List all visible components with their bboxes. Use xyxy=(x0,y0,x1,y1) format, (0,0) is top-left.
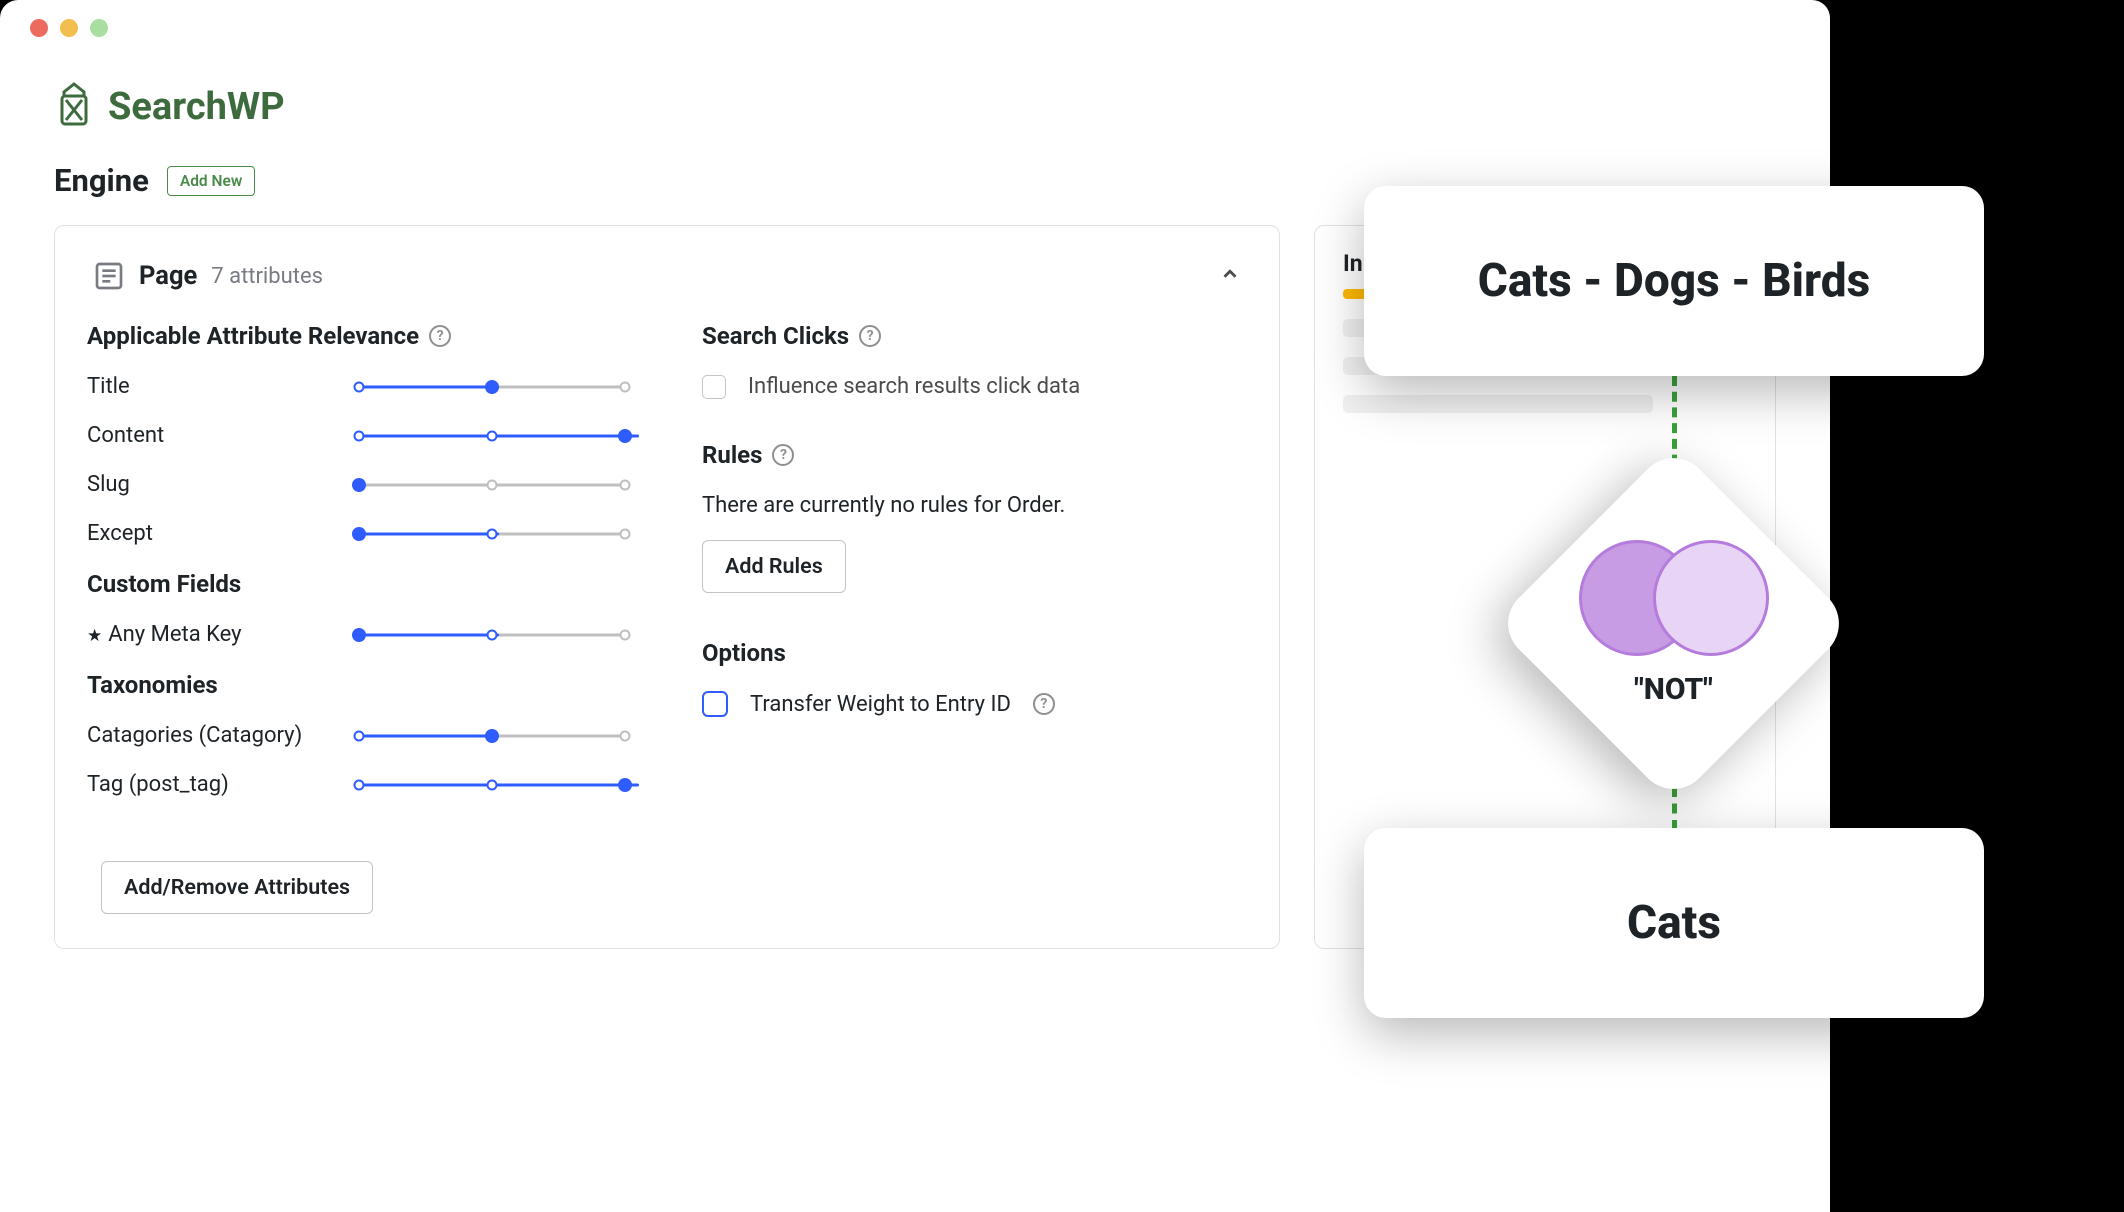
relevance-slider-tag[interactable] xyxy=(352,778,632,792)
relevance-slider-title[interactable] xyxy=(352,380,632,394)
slider-label: Content xyxy=(87,423,352,448)
overlay-card-text: Cats - Dogs - Birds xyxy=(1478,254,1870,308)
brand-logo-icon xyxy=(54,80,94,134)
window-close-button[interactable] xyxy=(30,19,48,37)
section-title: Taxonomies xyxy=(87,671,218,699)
page-icon xyxy=(93,260,125,292)
slider-label: Except xyxy=(87,521,352,546)
brand: SearchWP xyxy=(54,80,1776,134)
section-title: Rules xyxy=(702,441,762,469)
help-icon[interactable]: ? xyxy=(1033,693,1055,715)
relevance-slider-except[interactable] xyxy=(352,527,632,541)
engine-source-panel: Page 7 attributes Applicable Attribute R… xyxy=(54,225,1280,949)
overlay-card-input: Cats - Dogs - Birds xyxy=(1364,186,1984,376)
operator-label: "NOT" xyxy=(1634,672,1713,707)
overlay-card-text: Cats xyxy=(1627,896,1721,950)
checkbox-label: Influence search results click data xyxy=(748,374,1080,399)
slider-label: Tag (post_tag) xyxy=(87,772,352,797)
section-title: Search Clicks xyxy=(702,322,849,350)
influence-checkbox[interactable] xyxy=(702,375,726,399)
section-title: Applicable Attribute Relevance xyxy=(87,322,419,350)
help-icon[interactable]: ? xyxy=(859,325,881,347)
panel-subtitle: 7 attributes xyxy=(211,264,323,289)
rules-empty-text: There are currently no rules for Order. xyxy=(702,493,1247,518)
help-icon[interactable]: ? xyxy=(772,444,794,466)
chevron-up-icon[interactable] xyxy=(1219,263,1241,289)
checkbox-label: Transfer Weight to Entry ID xyxy=(750,692,1011,717)
section-title: Options xyxy=(702,639,786,667)
relevance-slider-content[interactable] xyxy=(352,429,632,443)
custom-field-label: ★Any Meta Key xyxy=(87,622,352,647)
transfer-weight-checkbox[interactable] xyxy=(702,691,728,717)
window-minimize-button[interactable] xyxy=(60,19,78,37)
add-new-button[interactable]: Add New xyxy=(167,166,255,196)
slider-label: Slug xyxy=(87,472,352,497)
add-rules-button[interactable]: Add Rules xyxy=(702,540,846,593)
overlay-card-output: Cats xyxy=(1364,828,1984,1018)
brand-name: SearchWP xyxy=(108,85,285,129)
window-zoom-button[interactable] xyxy=(90,19,108,37)
slider-label: Title xyxy=(87,374,352,399)
venn-diagram-icon xyxy=(1579,540,1769,658)
help-icon[interactable]: ? xyxy=(429,325,451,347)
skeleton-line xyxy=(1343,395,1653,413)
panel-header[interactable]: Page 7 attributes xyxy=(87,246,1247,314)
relevance-slider-categories[interactable] xyxy=(352,729,632,743)
window-titlebar xyxy=(0,0,1830,56)
page-title: Engine xyxy=(54,162,149,199)
add-remove-attributes-button[interactable]: Add/Remove Attributes xyxy=(101,861,373,914)
section-title: Custom Fields xyxy=(87,570,241,598)
relevance-slider-cf[interactable] xyxy=(352,628,632,642)
relevance-slider-slug[interactable] xyxy=(352,478,632,492)
panel-title: Page xyxy=(139,261,197,291)
slider-label: Catagories (Catagory) xyxy=(87,723,352,748)
